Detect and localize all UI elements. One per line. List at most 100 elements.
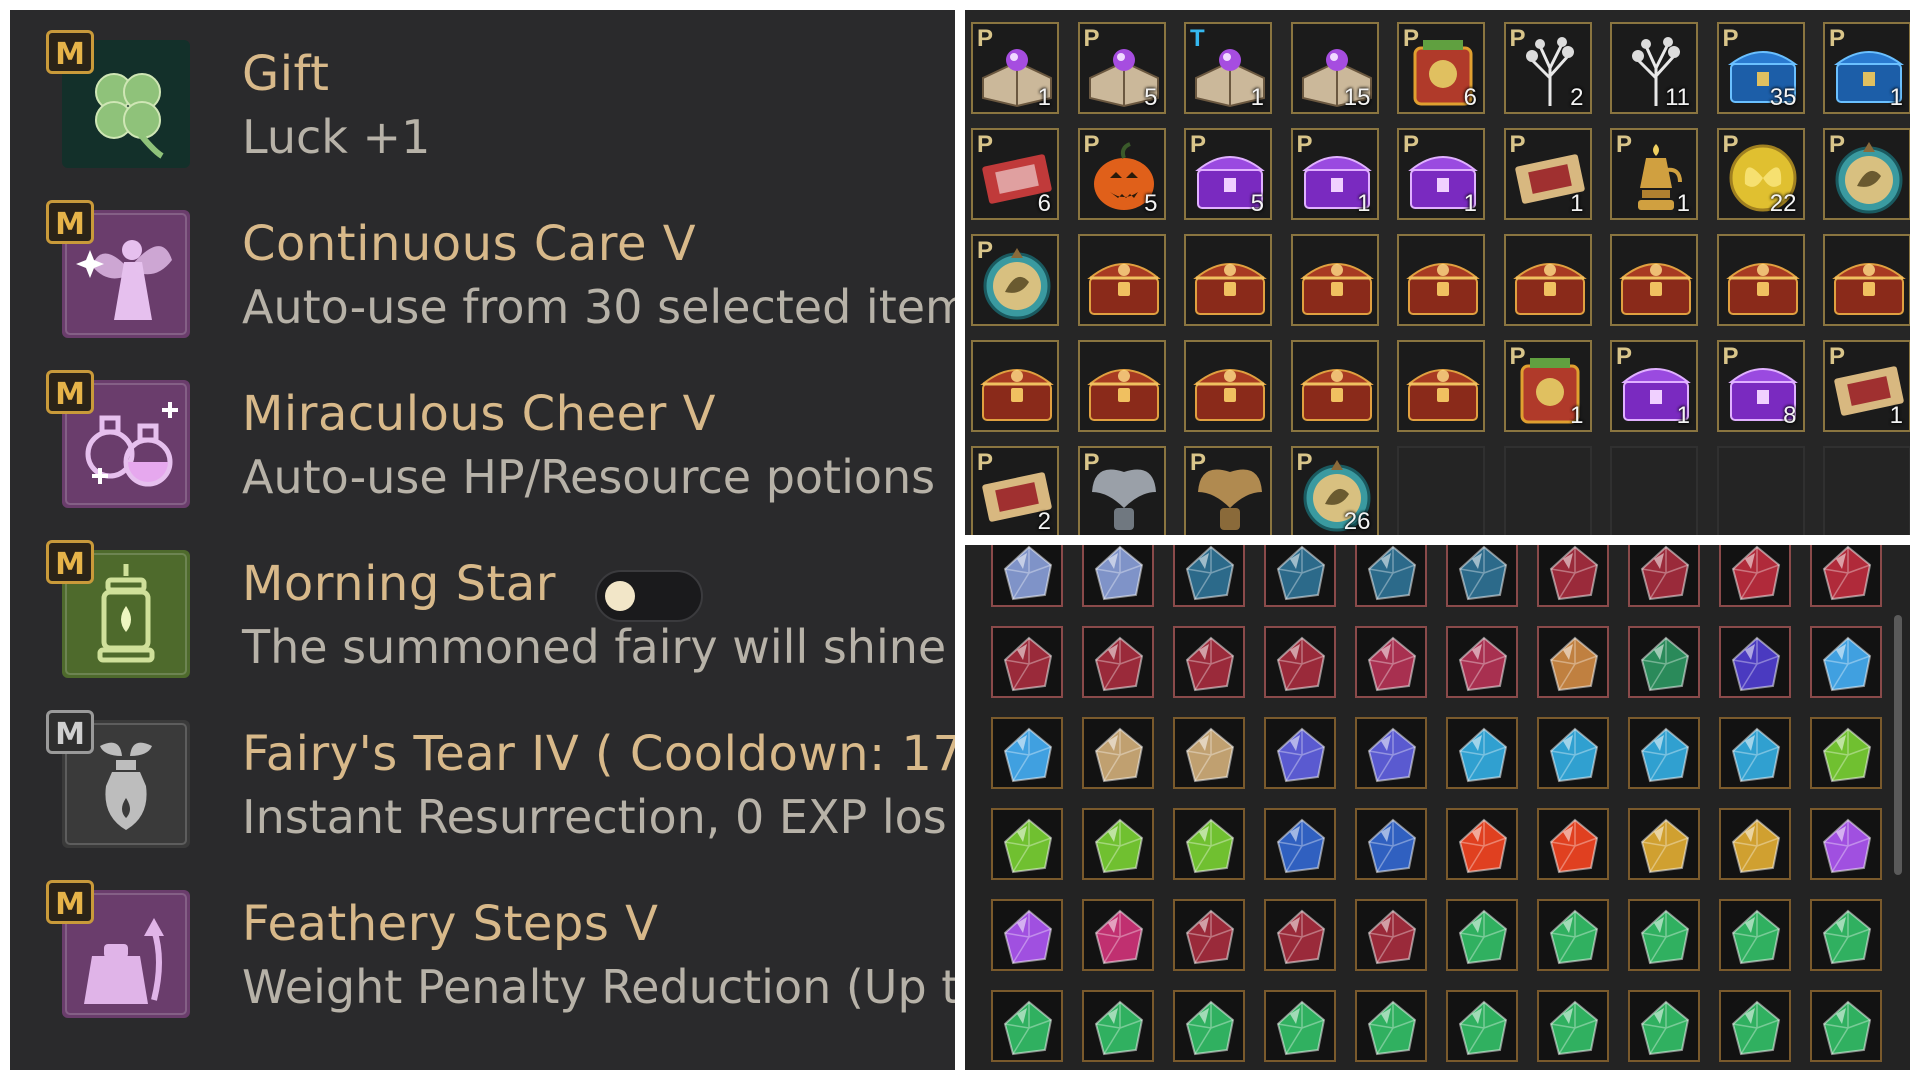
skill-row[interactable]: M Continuous Care V Auto-use from 30 selec… xyxy=(10,184,955,344)
gem-slot[interactable] xyxy=(1537,808,1609,880)
gem-slot[interactable] xyxy=(1082,808,1154,880)
gem-slot[interactable] xyxy=(1719,990,1791,1062)
gem-slot[interactable] xyxy=(991,808,1063,880)
morning-star-toggle[interactable] xyxy=(595,570,703,622)
gem-slot[interactable] xyxy=(1719,545,1791,607)
gem-slot[interactable] xyxy=(1173,808,1245,880)
inventory-slot[interactable]: P2 xyxy=(1503,22,1592,114)
gem-slot[interactable] xyxy=(1082,990,1154,1062)
gem-slot[interactable] xyxy=(1719,626,1791,698)
empty-inventory-slot[interactable] xyxy=(1716,446,1805,535)
gem-slot[interactable] xyxy=(1264,545,1336,607)
gem-slot[interactable] xyxy=(1264,808,1336,880)
gem-slot[interactable] xyxy=(991,545,1063,607)
gem-slot[interactable] xyxy=(1355,899,1427,971)
gem-slot[interactable] xyxy=(1628,545,1700,607)
inventory-slot[interactable]: P1 xyxy=(971,22,1059,114)
gem-slot[interactable] xyxy=(1355,990,1427,1062)
inventory-slot[interactable]: P xyxy=(971,234,1059,326)
gem-slot[interactable] xyxy=(1628,717,1700,789)
inventory-slot[interactable]: P5 xyxy=(1077,22,1166,114)
gem-slot[interactable] xyxy=(991,990,1063,1062)
gem-slot[interactable] xyxy=(1810,717,1882,789)
skill-row[interactable]: M Feathery Steps V Weight Penalty Reductio… xyxy=(10,864,955,1024)
gem-slot[interactable] xyxy=(1264,717,1336,789)
gem-slot[interactable] xyxy=(1355,808,1427,880)
empty-inventory-slot[interactable] xyxy=(1397,446,1485,535)
gem-slot[interactable] xyxy=(1264,899,1336,971)
gem-slot[interactable] xyxy=(1810,626,1882,698)
gem-slot[interactable] xyxy=(1719,808,1791,880)
gem-slot[interactable] xyxy=(1810,545,1882,607)
gem-slot[interactable] xyxy=(1264,990,1336,1062)
gem-slot[interactable] xyxy=(1173,717,1245,789)
gem-slot[interactable] xyxy=(1446,990,1518,1062)
inventory-slot[interactable] xyxy=(1716,234,1805,326)
gem-slot[interactable] xyxy=(1082,899,1154,971)
inventory-slot[interactable]: P5 xyxy=(1184,128,1272,220)
gem-slot[interactable] xyxy=(1355,717,1427,789)
inventory-slot[interactable] xyxy=(1397,340,1485,432)
inventory-slot[interactable] xyxy=(1610,234,1698,326)
gem-slot[interactable] xyxy=(991,899,1063,971)
gem-slot[interactable] xyxy=(1355,545,1427,607)
gem-slot[interactable] xyxy=(1628,990,1700,1062)
gem-slot[interactable] xyxy=(1628,899,1700,971)
inventory-slot[interactable] xyxy=(971,340,1059,432)
inventory-slot[interactable]: P1 xyxy=(1503,128,1592,220)
gem-slot[interactable] xyxy=(1537,899,1609,971)
gem-slot[interactable] xyxy=(991,717,1063,789)
gem-slot[interactable] xyxy=(1446,808,1518,880)
gem-slot[interactable] xyxy=(1173,990,1245,1062)
inventory-slot[interactable]: P1 xyxy=(1823,22,1910,114)
inventory-slot[interactable] xyxy=(1290,340,1379,432)
inventory-slot[interactable]: 11 xyxy=(1610,22,1698,114)
skill-row[interactable]: M Fairy's Tear IV ( Cooldown: 17 Instant R… xyxy=(10,694,955,854)
gem-slot[interactable] xyxy=(1173,545,1245,607)
gem-slot[interactable] xyxy=(1082,717,1154,789)
gem-slot[interactable] xyxy=(1810,990,1882,1062)
skill-row[interactable]: M Miraculous Cheer V Auto-use HP/Resource … xyxy=(10,354,955,514)
inventory-slot[interactable]: P6 xyxy=(1397,22,1485,114)
inventory-slot[interactable]: P2 xyxy=(971,446,1059,535)
inventory-slot[interactable]: P1 xyxy=(1397,128,1485,220)
inventory-slot[interactable] xyxy=(1077,234,1166,326)
inventory-slot[interactable] xyxy=(1823,234,1910,326)
inventory-slot[interactable] xyxy=(1290,234,1379,326)
gem-slot[interactable] xyxy=(1537,626,1609,698)
gem-slot[interactable] xyxy=(1446,899,1518,971)
inventory-slot[interactable]: P 26 xyxy=(1290,446,1379,535)
gem-slot[interactable] xyxy=(1446,626,1518,698)
empty-inventory-slot[interactable] xyxy=(1823,446,1910,535)
inventory-slot[interactable]: P xyxy=(1823,128,1910,220)
inventory-slot[interactable]: P6 xyxy=(971,128,1059,220)
gem-slot[interactable] xyxy=(1810,808,1882,880)
inventory-slot[interactable]: P1 xyxy=(1610,340,1698,432)
inventory-slot[interactable] xyxy=(1397,234,1485,326)
gem-inventory-scrollbar[interactable] xyxy=(1894,615,1902,875)
gem-slot[interactable] xyxy=(1537,545,1609,607)
gem-slot[interactable] xyxy=(1537,990,1609,1062)
inventory-slot[interactable] xyxy=(1077,340,1166,432)
gem-slot[interactable] xyxy=(1173,626,1245,698)
gem-slot[interactable] xyxy=(1082,545,1154,607)
gem-slot[interactable] xyxy=(1810,899,1882,971)
inventory-slot[interactable] xyxy=(1184,340,1272,432)
empty-inventory-slot[interactable] xyxy=(1503,446,1592,535)
inventory-slot[interactable]: T1 xyxy=(1184,22,1272,114)
skill-row[interactable]: M Gift Luck +1 xyxy=(10,14,955,174)
inventory-slot[interactable]: P1 xyxy=(1290,128,1379,220)
inventory-slot[interactable]: 15 xyxy=(1290,22,1379,114)
inventory-slot[interactable] xyxy=(1184,234,1272,326)
gem-slot[interactable] xyxy=(1355,626,1427,698)
inventory-slot[interactable]: P1 xyxy=(1503,340,1592,432)
gem-slot[interactable] xyxy=(1446,545,1518,607)
gem-slot[interactable] xyxy=(1446,717,1518,789)
gem-slot[interactable] xyxy=(1082,626,1154,698)
empty-inventory-slot[interactable] xyxy=(1610,446,1698,535)
inventory-slot[interactable]: P 35 xyxy=(1716,22,1805,114)
gem-slot[interactable] xyxy=(1628,808,1700,880)
gem-slot[interactable] xyxy=(1173,899,1245,971)
inventory-slot[interactable]: P1 xyxy=(1610,128,1698,220)
gem-slot[interactable] xyxy=(1719,717,1791,789)
